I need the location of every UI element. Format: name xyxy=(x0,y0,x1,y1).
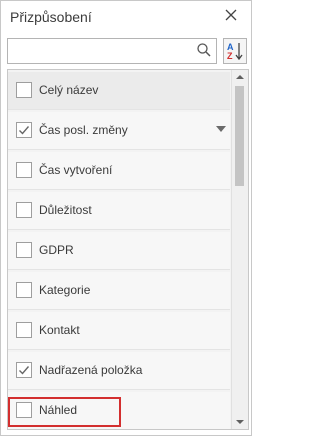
item-label: Čas posl. změny xyxy=(39,123,128,137)
checkbox[interactable] xyxy=(16,282,32,298)
checkbox[interactable] xyxy=(16,82,32,98)
list-item[interactable]: Celý název xyxy=(8,72,230,110)
item-label: Nadřazená položka xyxy=(39,363,143,377)
item-label: Čas vytvoření xyxy=(39,163,113,177)
sort-az-icon: A Z xyxy=(227,42,243,61)
checkbox[interactable] xyxy=(16,162,32,178)
item-label: GDPR xyxy=(39,243,74,257)
list-item[interactable]: Kategorie xyxy=(8,272,230,310)
customize-panel: Přizpůsobení A Z Celý název Čas posl. změ… xyxy=(0,0,252,436)
checkbox[interactable] xyxy=(16,362,32,378)
highlight-box xyxy=(8,397,121,427)
checkmark-icon xyxy=(19,126,30,135)
list-item[interactable]: GDPR xyxy=(8,232,230,270)
list-item[interactable]: Nadřazená položka xyxy=(8,352,230,390)
item-label: Kategorie xyxy=(39,283,91,297)
sort-button[interactable]: A Z xyxy=(223,38,247,64)
title-bar: Přizpůsobení xyxy=(1,1,251,33)
checkmark-icon xyxy=(19,366,30,375)
scroll-up-icon[interactable] xyxy=(232,70,248,84)
vertical-scrollbar[interactable] xyxy=(231,70,248,429)
chevron-down-icon[interactable] xyxy=(216,126,226,132)
scroll-thumb[interactable] xyxy=(235,86,244,186)
search-icon[interactable] xyxy=(196,42,212,58)
list-item[interactable]: Čas posl. změny xyxy=(8,112,230,150)
checkbox[interactable] xyxy=(16,122,32,138)
search-input[interactable] xyxy=(11,41,191,59)
scroll-down-icon[interactable] xyxy=(232,415,248,429)
search-field[interactable] xyxy=(7,38,217,64)
checkbox[interactable] xyxy=(16,242,32,258)
list-item[interactable]: Důležitost xyxy=(8,192,230,230)
svg-text:Z: Z xyxy=(227,51,233,61)
checkbox[interactable] xyxy=(16,202,32,218)
list-item[interactable]: Kontakt xyxy=(8,312,230,350)
list-item[interactable]: Čas vytvoření xyxy=(8,152,230,190)
checkbox[interactable] xyxy=(16,322,32,338)
field-list[interactable]: Celý název Čas posl. změny Čas vytvoření Dů… xyxy=(7,69,249,430)
search-row: A Z xyxy=(7,38,247,64)
panel-title: Přizpůsobení xyxy=(10,9,92,25)
close-icon[interactable] xyxy=(223,7,239,23)
item-label: Důležitost xyxy=(39,203,92,217)
item-label: Celý název xyxy=(39,83,99,97)
item-label: Kontakt xyxy=(39,323,80,337)
